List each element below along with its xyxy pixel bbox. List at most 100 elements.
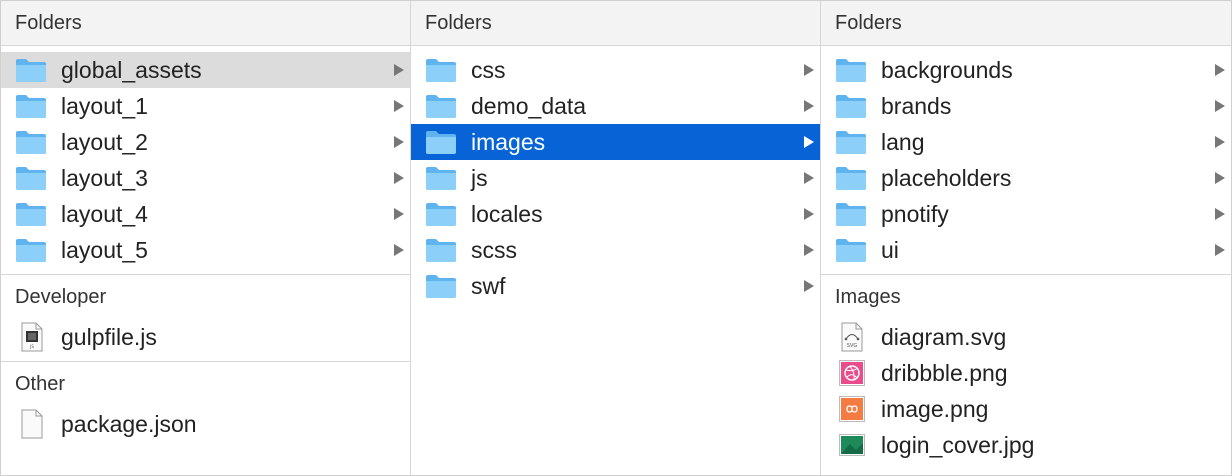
file-row-dribbble-png[interactable]: dribbble.png	[821, 355, 1231, 391]
folder-label: layout_2	[61, 128, 148, 155]
folder-list: backgrounds brands lang placeholders pno	[821, 46, 1231, 268]
folder-icon	[425, 129, 457, 155]
svg-icon-label: SVG	[847, 343, 858, 349]
column-header: Folders	[821, 1, 1231, 46]
chevron-right-icon	[804, 208, 814, 220]
folder-icon	[835, 201, 867, 227]
folder-label: locales	[471, 200, 543, 227]
section-title: Other	[15, 373, 66, 395]
folder-label: layout_5	[61, 236, 148, 263]
folder-label: layout_4	[61, 200, 148, 227]
folder-icon	[835, 165, 867, 191]
folder-label: placeholders	[881, 164, 1012, 191]
chevron-right-icon	[394, 64, 404, 76]
chevron-right-icon	[394, 244, 404, 256]
file-row-package-json[interactable]: package.json	[1, 406, 410, 442]
folder-icon	[15, 165, 47, 191]
folder-row-ui[interactable]: ui	[821, 232, 1231, 268]
folder-row-js[interactable]: js	[411, 160, 820, 196]
chevron-right-icon	[1215, 136, 1225, 148]
folder-row-layout-1[interactable]: layout_1	[1, 88, 410, 124]
chevron-right-icon	[1215, 100, 1225, 112]
folder-row-placeholders[interactable]: placeholders	[821, 160, 1231, 196]
folder-icon	[835, 93, 867, 119]
dribbble-image-icon	[839, 358, 865, 388]
column-2[interactable]: Folders css demo_data images js locales …	[411, 1, 821, 475]
folder-icon	[425, 201, 457, 227]
folder-row-images[interactable]: images	[411, 124, 820, 160]
folder-icon	[835, 129, 867, 155]
file-label: dribbble.png	[881, 359, 1008, 386]
column-header: Folders	[1, 1, 410, 46]
file-label: package.json	[61, 410, 197, 437]
folder-label: backgrounds	[881, 56, 1013, 83]
folder-icon	[425, 57, 457, 83]
column-browser: Folders global_assets layout_1 layout_2 …	[0, 0, 1232, 476]
column-1[interactable]: Folders global_assets layout_1 layout_2 …	[1, 1, 411, 475]
chevron-right-icon	[804, 244, 814, 256]
folder-label: css	[471, 56, 506, 83]
folder-icon	[835, 57, 867, 83]
section-title: Developer	[15, 286, 107, 308]
folder-list: global_assets layout_1 layout_2 layout_3	[1, 46, 410, 268]
chevron-right-icon	[394, 208, 404, 220]
chevron-right-icon	[1215, 208, 1225, 220]
file-row-image-png[interactable]: image.png	[821, 391, 1231, 427]
chevron-right-icon	[1215, 172, 1225, 184]
folder-label: lang	[881, 128, 925, 155]
chevron-right-icon	[804, 100, 814, 112]
chevron-right-icon	[804, 64, 814, 76]
section-developer: Developer JS gulpfile.js	[1, 274, 410, 355]
file-row-login-cover-jpg[interactable]: login_cover.jpg	[821, 427, 1231, 463]
folder-row-locales[interactable]: locales	[411, 196, 820, 232]
folder-icon	[835, 237, 867, 263]
folder-label: scss	[471, 236, 517, 263]
folder-row-lang[interactable]: lang	[821, 124, 1231, 160]
file-row-diagram-svg[interactable]: SVG diagram.svg	[821, 319, 1231, 355]
folder-row-layout-4[interactable]: layout_4	[1, 196, 410, 232]
folder-label: demo_data	[471, 92, 587, 119]
folder-label: ui	[881, 236, 899, 263]
column-3[interactable]: Folders backgrounds brands lang placehol…	[821, 1, 1231, 475]
folder-row-layout-2[interactable]: layout_2	[1, 124, 410, 160]
orange-image-icon	[839, 394, 865, 424]
folder-icon	[425, 165, 457, 191]
folder-row-demo-data[interactable]: demo_data	[411, 88, 820, 124]
file-label: gulpfile.js	[61, 323, 157, 350]
folder-row-backgrounds[interactable]: backgrounds	[821, 52, 1231, 88]
folder-label: global_assets	[61, 56, 202, 83]
section-title: Images	[835, 286, 901, 308]
generic-file-icon	[19, 409, 45, 439]
folder-icon	[15, 93, 47, 119]
folder-row-swf[interactable]: swf	[411, 268, 820, 304]
folder-label: brands	[881, 92, 952, 119]
folder-row-pnotify[interactable]: pnotify	[821, 196, 1231, 232]
section-images: Images SVG diagram.svg dribbble.png imag…	[821, 274, 1231, 463]
folder-label: swf	[471, 272, 506, 299]
folder-label: layout_3	[61, 164, 148, 191]
folder-row-scss[interactable]: scss	[411, 232, 820, 268]
svg-file-icon: SVG	[839, 322, 865, 352]
chevron-right-icon	[394, 136, 404, 148]
folder-row-layout-5[interactable]: layout_5	[1, 232, 410, 268]
chevron-right-icon	[804, 172, 814, 184]
js-file-icon: JS	[19, 322, 45, 352]
chevron-right-icon	[394, 100, 404, 112]
chevron-right-icon	[1215, 64, 1225, 76]
folder-icon	[425, 237, 457, 263]
folder-label: pnotify	[881, 200, 949, 227]
folder-row-brands[interactable]: brands	[821, 88, 1231, 124]
column-header: Folders	[411, 1, 820, 46]
section-other: Other package.json	[1, 361, 410, 442]
folder-icon	[425, 273, 457, 299]
folder-row-layout-3[interactable]: layout_3	[1, 160, 410, 196]
file-row-gulpfile[interactable]: JS gulpfile.js	[1, 319, 410, 355]
svg-text:JS: JS	[29, 344, 34, 349]
file-label: image.png	[881, 395, 989, 422]
chevron-right-icon	[394, 172, 404, 184]
folder-label: js	[471, 164, 488, 191]
folder-row-global-assets[interactable]: global_assets	[1, 52, 410, 88]
folder-icon	[15, 201, 47, 227]
folder-row-css[interactable]: css	[411, 52, 820, 88]
green-image-icon	[839, 430, 865, 460]
